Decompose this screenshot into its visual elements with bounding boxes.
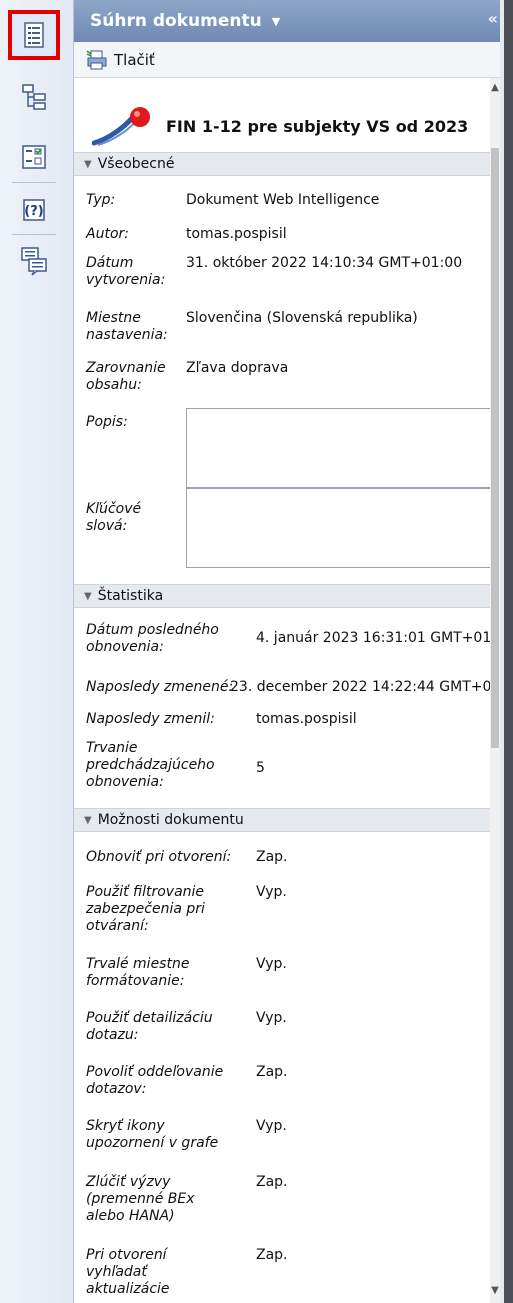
tree-hierarchy-icon xyxy=(22,84,46,110)
last-modified-value: 23. december 2022 14:22:44 GMT+01:00 xyxy=(230,679,500,695)
toolbar-separator xyxy=(12,182,56,183)
svg-text:(?): (?) xyxy=(24,204,43,219)
comments-button[interactable] xyxy=(10,238,58,284)
option-label: Použiť filtrovanie xyxy=(86,884,205,900)
option-label-line: zabezpečenia pri xyxy=(86,901,205,917)
comments-icon xyxy=(21,247,47,276)
scrollbar-thumb[interactable] xyxy=(491,148,499,748)
locale-value: Slovenčina (Slovenská republika) xyxy=(186,310,418,326)
created-value: 31. október 2022 14:10:34 GMT+01:00 xyxy=(186,255,463,271)
option-label-line: otváraní: xyxy=(86,918,149,934)
panel-title[interactable]: Súhrn dokumentu xyxy=(90,11,262,31)
input-controls-button[interactable] xyxy=(10,134,58,180)
option-label-line: dotazu: xyxy=(86,1027,139,1043)
left-toolbar: (?) xyxy=(0,0,74,1303)
section-title: Štatistika xyxy=(97,588,164,604)
print-label: Tlačiť xyxy=(114,50,155,69)
alignment-value: Zľava doprava xyxy=(186,360,289,376)
locale-label-line2: nastavenia: xyxy=(86,327,168,343)
option-label: Obnoviť pri otvorení: xyxy=(86,849,232,865)
option-label: Použiť detailizáciu xyxy=(86,1010,213,1026)
option-label-line: aktualizácie xyxy=(86,1281,170,1297)
panel-toolbar: Tlačiť xyxy=(74,42,500,78)
option-label-line: upozornení v grafe xyxy=(86,1135,219,1151)
option-value: Vyp. xyxy=(256,884,287,900)
last-refresh-label: Dátum posledného xyxy=(86,622,219,638)
option-value: Zap. xyxy=(256,1064,288,1080)
keywords-field[interactable] xyxy=(186,488,496,568)
section-title: Možnosti dokumentu xyxy=(97,812,244,828)
option-label: Pri otvorení xyxy=(86,1247,167,1263)
keywords-label-line2: slová: xyxy=(86,518,128,534)
keywords-label: Kľúčové xyxy=(86,501,142,517)
refresh-duration-label-line2: predchádzajúceho xyxy=(86,757,215,773)
author-value: tomas.pospisil xyxy=(186,226,287,242)
option-value: Zap. xyxy=(256,1247,288,1263)
option-value: Zap. xyxy=(256,849,288,865)
document-title-row: FIN 1-12 pre subjekty VS od 2023 xyxy=(92,96,492,156)
question-bracket-icon: (?) xyxy=(23,199,45,221)
collapse-triangle-icon: ▼ xyxy=(84,814,92,826)
collapse-triangle-icon: ▼ xyxy=(84,158,92,170)
option-label: Trvalé miestne xyxy=(86,956,190,972)
refresh-duration-label: Trvanie xyxy=(86,740,138,756)
section-general-header[interactable]: ▼ Všeobecné xyxy=(74,152,490,176)
option-value: Vyp. xyxy=(256,1118,287,1134)
type-value: Dokument Web Intelligence xyxy=(186,192,380,208)
print-button[interactable]: Tlačiť xyxy=(86,49,155,70)
option-value: Vyp. xyxy=(256,956,287,972)
toolbar-separator xyxy=(12,234,56,235)
navigation-map-button[interactable] xyxy=(10,74,58,120)
document-title: FIN 1-12 pre subjekty VS od 2023 xyxy=(166,116,469,136)
option-label: Povoliť oddeľovanie xyxy=(86,1064,224,1080)
section-statistics-header[interactable]: ▼ Štatistika xyxy=(74,584,490,608)
last-refresh-value: 4. január 2023 16:31:01 GMT+01:00 xyxy=(256,630,500,646)
section-document-options-header[interactable]: ▼ Možnosti dokumentu xyxy=(74,808,490,832)
refresh-duration-value: 5 xyxy=(256,760,265,776)
printer-icon xyxy=(86,49,107,69)
type-label: Typ: xyxy=(86,192,116,208)
author-label: Autor: xyxy=(86,226,129,242)
created-label: Dátum xyxy=(86,255,134,271)
document-summary-button[interactable] xyxy=(8,10,60,60)
alignment-label: Zarovnanie xyxy=(86,360,166,376)
option-value: Zap. xyxy=(256,1174,288,1190)
option-label-line: (premenné BEx xyxy=(86,1191,195,1207)
option-label: Skryť ikony xyxy=(86,1118,165,1134)
window-frame-right xyxy=(500,0,513,1303)
option-label-line: dotazov: xyxy=(86,1081,147,1097)
last-modified-by-value: tomas.pospisil xyxy=(256,711,357,727)
last-refresh-label-line2: obnovenia: xyxy=(86,639,164,655)
description-field[interactable] xyxy=(186,408,496,488)
option-label: Zlúčiť výzvy xyxy=(86,1174,171,1190)
panel-header: Súhrn dokumentu ▼ « xyxy=(74,0,500,42)
option-label-line: formátovanie: xyxy=(86,973,185,989)
refresh-duration-label-line3: obnovenia: xyxy=(86,774,164,790)
locale-label: Miestne xyxy=(86,310,141,326)
collapse-triangle-icon: ▼ xyxy=(84,590,92,602)
available-objects-button[interactable]: (?) xyxy=(10,187,58,233)
checklist-icon xyxy=(22,145,46,169)
scroll-down-icon[interactable]: ▼ xyxy=(490,1285,500,1299)
scroll-up-icon[interactable]: ▲ xyxy=(490,82,500,96)
web-intelligence-logo-icon xyxy=(92,107,150,146)
alignment-label-line2: obsahu: xyxy=(86,377,142,393)
description-label: Popis: xyxy=(86,414,128,430)
last-modified-by-label: Naposledy zmenil: xyxy=(86,711,215,727)
option-label-line: alebo HANA) xyxy=(86,1208,175,1224)
section-title: Všeobecné xyxy=(97,156,175,172)
option-label-line: vyhľadať xyxy=(86,1264,147,1280)
summary-content: FIN 1-12 pre subjekty VS od 2023 ▼ Všeob… xyxy=(74,78,500,1303)
created-label-line2: vytvorenia: xyxy=(86,272,166,288)
panel-menu-caret[interactable]: ▼ xyxy=(272,15,280,28)
vertical-scrollbar[interactable]: ▲ ▼ xyxy=(490,78,500,1303)
document-list-icon xyxy=(24,22,44,48)
option-value: Vyp. xyxy=(256,1010,287,1026)
collapse-panel-button[interactable]: « xyxy=(488,9,498,28)
last-modified-label: Naposledy zmenené: xyxy=(86,679,234,695)
